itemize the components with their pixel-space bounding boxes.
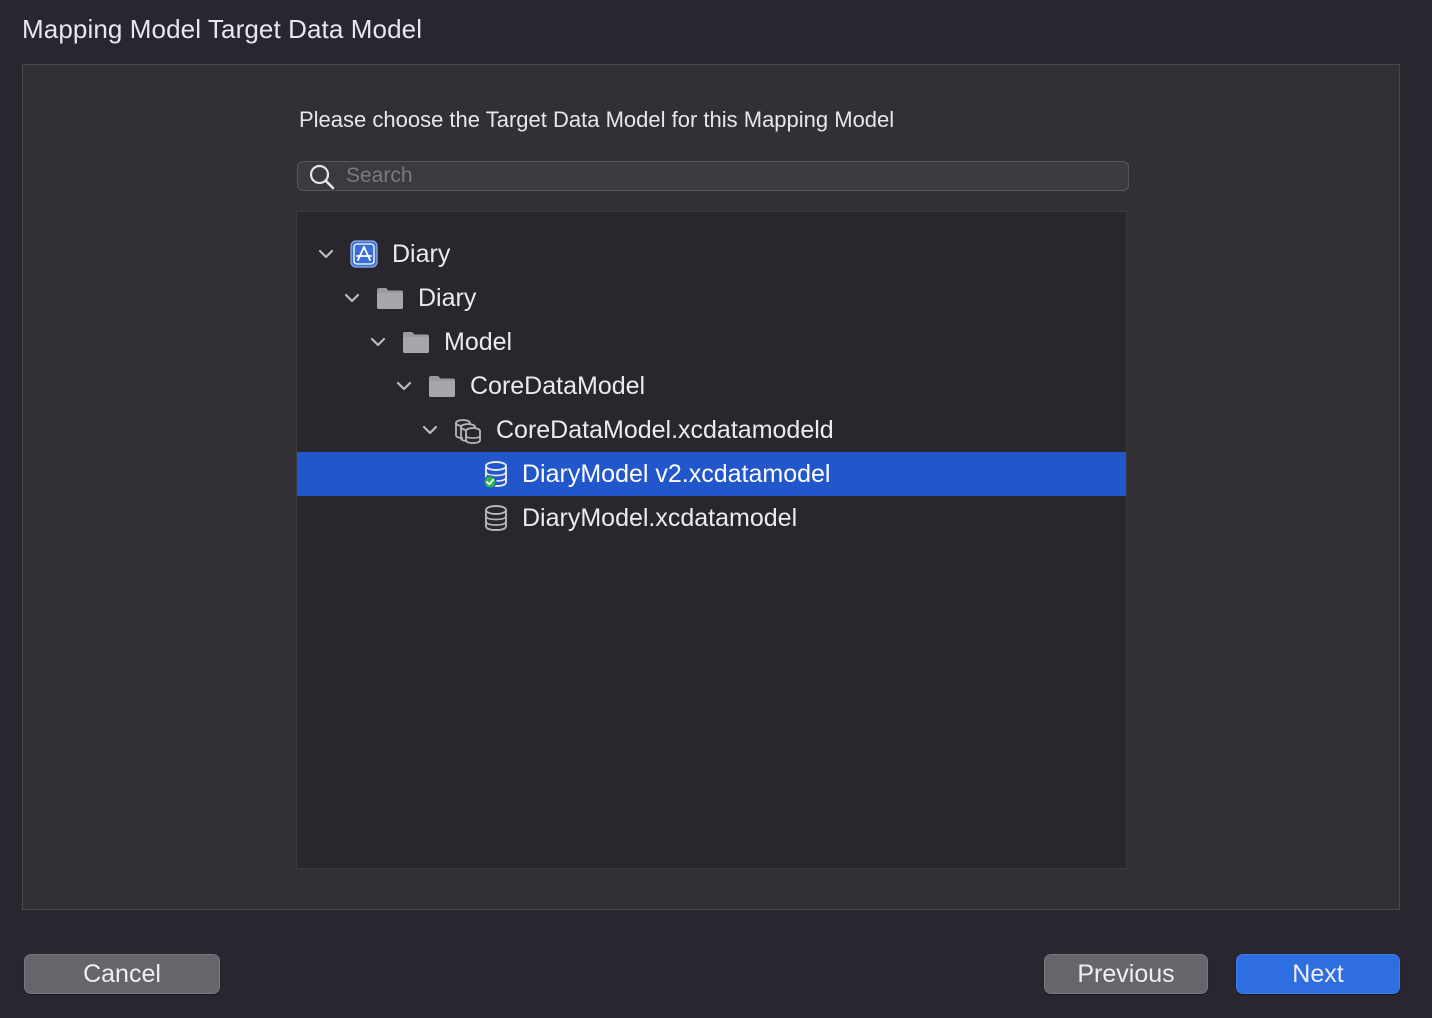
search-icon [309,164,335,190]
tree-row-diary-project[interactable]: Diary [297,232,1126,276]
mapping-model-dialog: Mapping Model Target Data Model Please c… [0,0,1432,1018]
chevron-down-icon[interactable] [341,287,363,309]
tree-row-label: DiaryModel.xcdatamodel [522,504,798,532]
search-field[interactable] [297,161,1129,191]
tree-row-label: CoreDataModel [470,372,646,400]
tree-row-label: Diary [418,284,477,312]
tree-row-xcdatamodeld[interactable]: CoreDataModel.xcdatamodeld [297,408,1126,452]
tree-row-diarymodel[interactable]: DiaryModel.xcdatamodel [297,496,1126,540]
previous-button[interactable]: Previous [1044,954,1208,994]
search-input[interactable] [346,162,1116,190]
chevron-down-icon[interactable] [367,331,389,353]
folder-icon [403,332,429,353]
data-model-current-version-icon [483,461,507,489]
app-project-icon [350,240,378,268]
folder-icon [429,376,455,397]
tree-row-label: Model [444,328,513,356]
tree-row-coredatamodel-folder[interactable]: CoreDataModel [297,364,1126,408]
chevron-down-icon[interactable] [393,375,415,397]
tree-row-label: DiaryModel v2.xcdatamodel [522,460,831,488]
chevron-down-icon[interactable] [315,243,337,265]
tree-row-label: Diary [392,240,451,268]
instruction-text: Please choose the Target Data Model for … [299,107,895,132]
folder-icon [377,288,403,309]
versioned-data-model-icon [455,419,481,444]
next-button[interactable]: Next [1236,954,1400,994]
content-panel: Please choose the Target Data Model for … [22,64,1400,910]
data-model-icon [485,505,507,531]
cancel-button[interactable]: Cancel [24,954,220,994]
tree-row-diarymodel-v2[interactable]: DiaryModel v2.xcdatamodel [297,452,1126,496]
tree-row-model-folder[interactable]: Model [297,320,1126,364]
file-tree[interactable]: Diary Diary Model CoreDataModel CoreData… [296,211,1127,869]
dialog-title: Mapping Model Target Data Model [22,14,423,44]
tree-row-label: CoreDataModel.xcdatamodeld [496,416,834,444]
tree-row-diary-folder[interactable]: Diary [297,276,1126,320]
chevron-down-icon[interactable] [419,419,441,441]
